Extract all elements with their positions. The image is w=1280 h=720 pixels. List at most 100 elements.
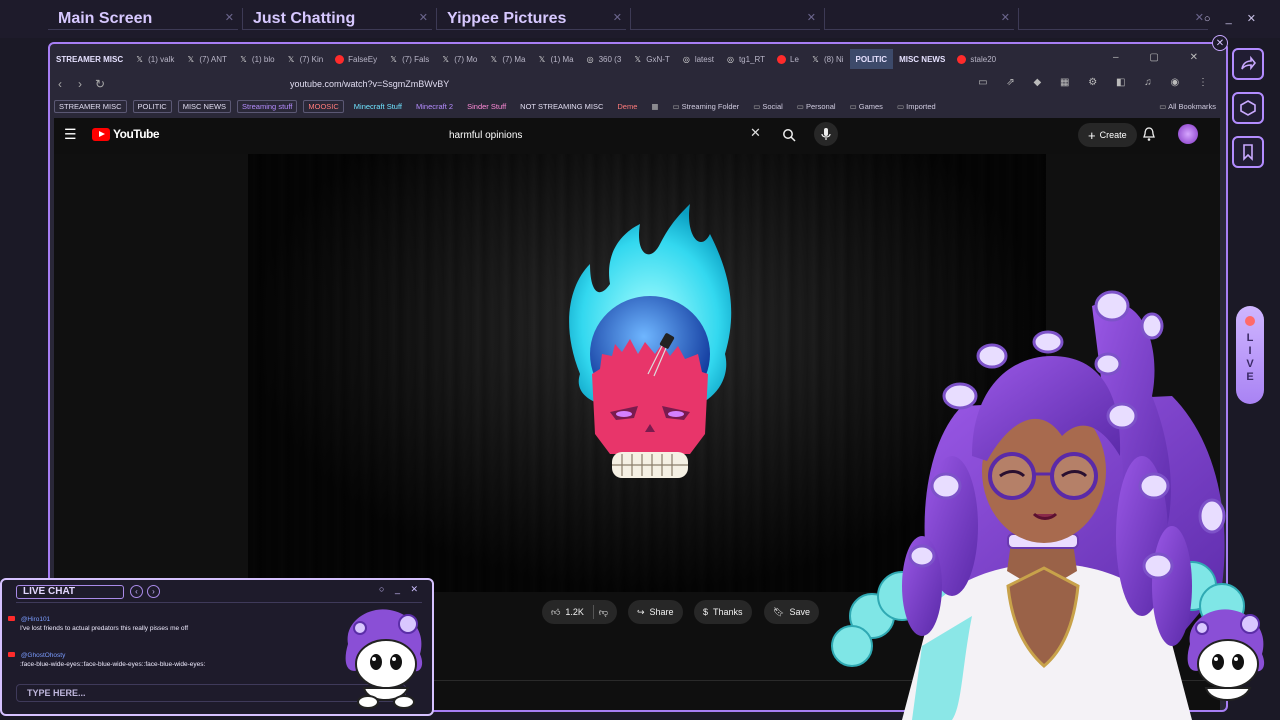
bookmark-item[interactable]: MOOSIC xyxy=(303,99,344,113)
youtube-logo[interactable]: YouTube xyxy=(92,127,160,141)
bookmark-folder[interactable]: Streaming Folder xyxy=(668,101,743,112)
account-avatar[interactable] xyxy=(1178,124,1198,144)
youtube-header: ☰ YouTube harmful opinions ✕ + Create xyxy=(54,118,1220,152)
search-icon[interactable] xyxy=(776,122,802,148)
back-icon[interactable]: ‹ xyxy=(50,77,70,91)
close-icon[interactable]: ✕ xyxy=(1195,11,1204,24)
overlay-tab-label: Just Chatting xyxy=(253,9,356,27)
chat-username: @GhostOhosty xyxy=(20,652,66,659)
bookmark-folder[interactable]: Personal xyxy=(793,101,840,112)
close-icon[interactable]: ✕ xyxy=(613,11,622,24)
overlay-tab-empty[interactable]: ✕ xyxy=(630,8,820,30)
browser-tab[interactable]: 𝕏 GxN-T xyxy=(627,49,676,69)
browser-tab[interactable]: Le xyxy=(771,49,805,69)
x-logo-icon: 𝕏 xyxy=(490,54,498,64)
browser-tab[interactable]: 𝕏 (1) Ma xyxy=(531,49,579,69)
search-input[interactable]: harmful opinions xyxy=(439,122,772,148)
bell-icon[interactable] xyxy=(1142,126,1156,147)
bookmark-folder[interactable]: Social xyxy=(749,101,787,112)
browser-tab-label: (7) Mo xyxy=(454,54,478,64)
browser-tab[interactable]: POLITIC xyxy=(849,49,894,69)
browser-tab-label: (1) blo xyxy=(251,54,275,64)
youtube-icon xyxy=(8,652,15,657)
browser-tab[interactable]: 𝕏 (7) Ma xyxy=(483,49,531,69)
save-icon: 🔖︎ xyxy=(773,606,785,617)
chat-text: I've lost friends to actual predators th… xyxy=(20,625,189,632)
browser-tab-label: stale20 xyxy=(970,54,997,64)
x-logo-icon: 𝕏 xyxy=(634,54,641,64)
overlay-close-icon[interactable]: ✕ xyxy=(1212,35,1228,51)
bookmark-item[interactable]: Streaming stuff xyxy=(237,99,298,113)
share-button[interactable]: ↪ Share xyxy=(628,600,683,624)
chat-window-controls[interactable]: ○ _ ✕ xyxy=(379,584,422,595)
share-arrow-icon[interactable] xyxy=(1232,48,1264,80)
browser-tab[interactable]: ◎ tg1_RT xyxy=(720,49,771,69)
browser-tab[interactable]: MISC NEWS xyxy=(893,49,951,69)
reload-icon[interactable]: ↻ xyxy=(90,77,110,91)
bookmark-folder[interactable]: Imported xyxy=(893,101,940,112)
bookmark-item[interactable]: Sinder Stuff xyxy=(463,101,510,112)
browser-tab[interactable]: FalseEy xyxy=(329,49,383,69)
chat-next-icon[interactable]: › xyxy=(147,585,160,598)
chat-prev-icon[interactable]: ‹ xyxy=(130,585,143,598)
browser-tab[interactable]: stale20 xyxy=(951,49,1002,69)
browser-tab[interactable]: STREAMER MISC xyxy=(50,49,129,69)
browser-tab[interactable]: 𝕏 (1) valk xyxy=(129,49,180,69)
overlay-tab-just-chatting[interactable]: Just Chatting ✕ xyxy=(242,8,432,30)
browser-tab[interactable]: ◎ 360 (3 xyxy=(580,49,628,69)
save-button[interactable]: 🔖︎ Save xyxy=(764,600,819,624)
microphone-icon[interactable] xyxy=(814,122,838,146)
bookmark-item[interactable]: Minecraft Stuff xyxy=(350,101,406,112)
bookmark-item[interactable]: MISC NEWS xyxy=(177,99,232,113)
overlay-tab-empty[interactable]: ✕ xyxy=(824,8,1014,30)
thumbs-up-icon: 👍︎ xyxy=(551,606,561,617)
x-logo-icon: 𝕏 xyxy=(442,54,449,64)
browser-tab[interactable]: ◎ latest xyxy=(676,49,720,69)
thanks-icon: $ xyxy=(703,607,709,617)
browser-tab-label: (1) valk xyxy=(148,54,175,64)
browser-tab[interactable]: 𝕏 (7) Mo xyxy=(435,49,483,69)
bookmark-item[interactable]: POLITIC xyxy=(132,99,172,113)
chat-bubble-icon[interactable] xyxy=(1232,92,1264,124)
create-button[interactable]: + Create xyxy=(1078,123,1137,147)
overlay-window-controls[interactable]: ○ _ ✕ xyxy=(1204,12,1262,25)
apps-grid-icon[interactable]: ▦ xyxy=(647,101,662,112)
thanks-button[interactable]: $ Thanks xyxy=(694,600,752,624)
chat-nav: ‹ › xyxy=(130,585,160,598)
close-icon[interactable]: ✕ xyxy=(1001,11,1010,24)
all-bookmarks-folder[interactable]: All Bookmarks xyxy=(1155,101,1220,112)
extension-icons[interactable]: ▭ ⇗ ◆ ▦ ⚙ ◧ ♫ ◉ ⋮ xyxy=(978,77,1216,88)
bookmark-item[interactable]: Deme xyxy=(613,101,641,112)
forward-icon[interactable]: › xyxy=(70,77,90,91)
browser-tab[interactable]: 𝕏 (1) blo xyxy=(233,49,281,69)
url-field[interactable]: youtube.com/watch?v=SsgmZmBWvBY xyxy=(290,79,449,89)
bookmark-item[interactable]: Minecraft 2 xyxy=(412,101,457,112)
close-icon[interactable]: ✕ xyxy=(419,11,428,24)
browser-tab[interactable]: 𝕏 (7) ANT xyxy=(180,49,233,69)
address-bar: ‹ › ↻ youtube.com/watch?v=SsgmZmBWvBY ▭ … xyxy=(50,72,1226,96)
bookmark-icon[interactable] xyxy=(1232,136,1264,168)
overlay-tab-yippee-pictures[interactable]: Yippee Pictures ✕ xyxy=(436,8,626,30)
menu-icon[interactable]: ☰ xyxy=(64,126,77,143)
browser-tab-label: latest xyxy=(694,54,714,64)
bookmark-folder[interactable]: Games xyxy=(846,101,887,112)
browser-tab-label: MISC NEWS xyxy=(899,54,946,64)
bookmarks-bar: STREAMER MISC POLITIC MISC NEWS Streaming s… xyxy=(50,96,1226,116)
browser-tab[interactable]: 𝕏 (7) Fals xyxy=(383,49,435,69)
overlay-tab-main-screen[interactable]: Main Screen ✕ xyxy=(48,8,238,30)
close-icon[interactable]: ✕ xyxy=(225,11,234,24)
browser-window-controls[interactable]: – ▢ ✕ xyxy=(1113,52,1212,63)
clear-search-icon[interactable]: ✕ xyxy=(750,125,761,141)
browser-tab[interactable]: 𝕏 (7) Kin xyxy=(281,49,330,69)
browser-tab[interactable]: 𝕏 (8) Ni xyxy=(805,49,850,69)
like-divider xyxy=(592,605,594,619)
close-icon[interactable]: ✕ xyxy=(807,11,816,24)
overlay-tab-empty[interactable]: ✕ xyxy=(1018,8,1208,30)
thanks-label: Thanks xyxy=(713,607,743,617)
bookmark-item[interactable]: NOT STREAMING MISC xyxy=(516,101,607,112)
youtube-icon xyxy=(777,54,787,64)
thumbs-down-icon[interactable]: 👎︎ xyxy=(599,607,608,618)
bookmark-item[interactable]: STREAMER MISC xyxy=(54,99,127,113)
share-label: Share xyxy=(649,607,674,617)
like-button[interactable]: 👍︎ 1.2K 👎︎ xyxy=(542,600,618,624)
